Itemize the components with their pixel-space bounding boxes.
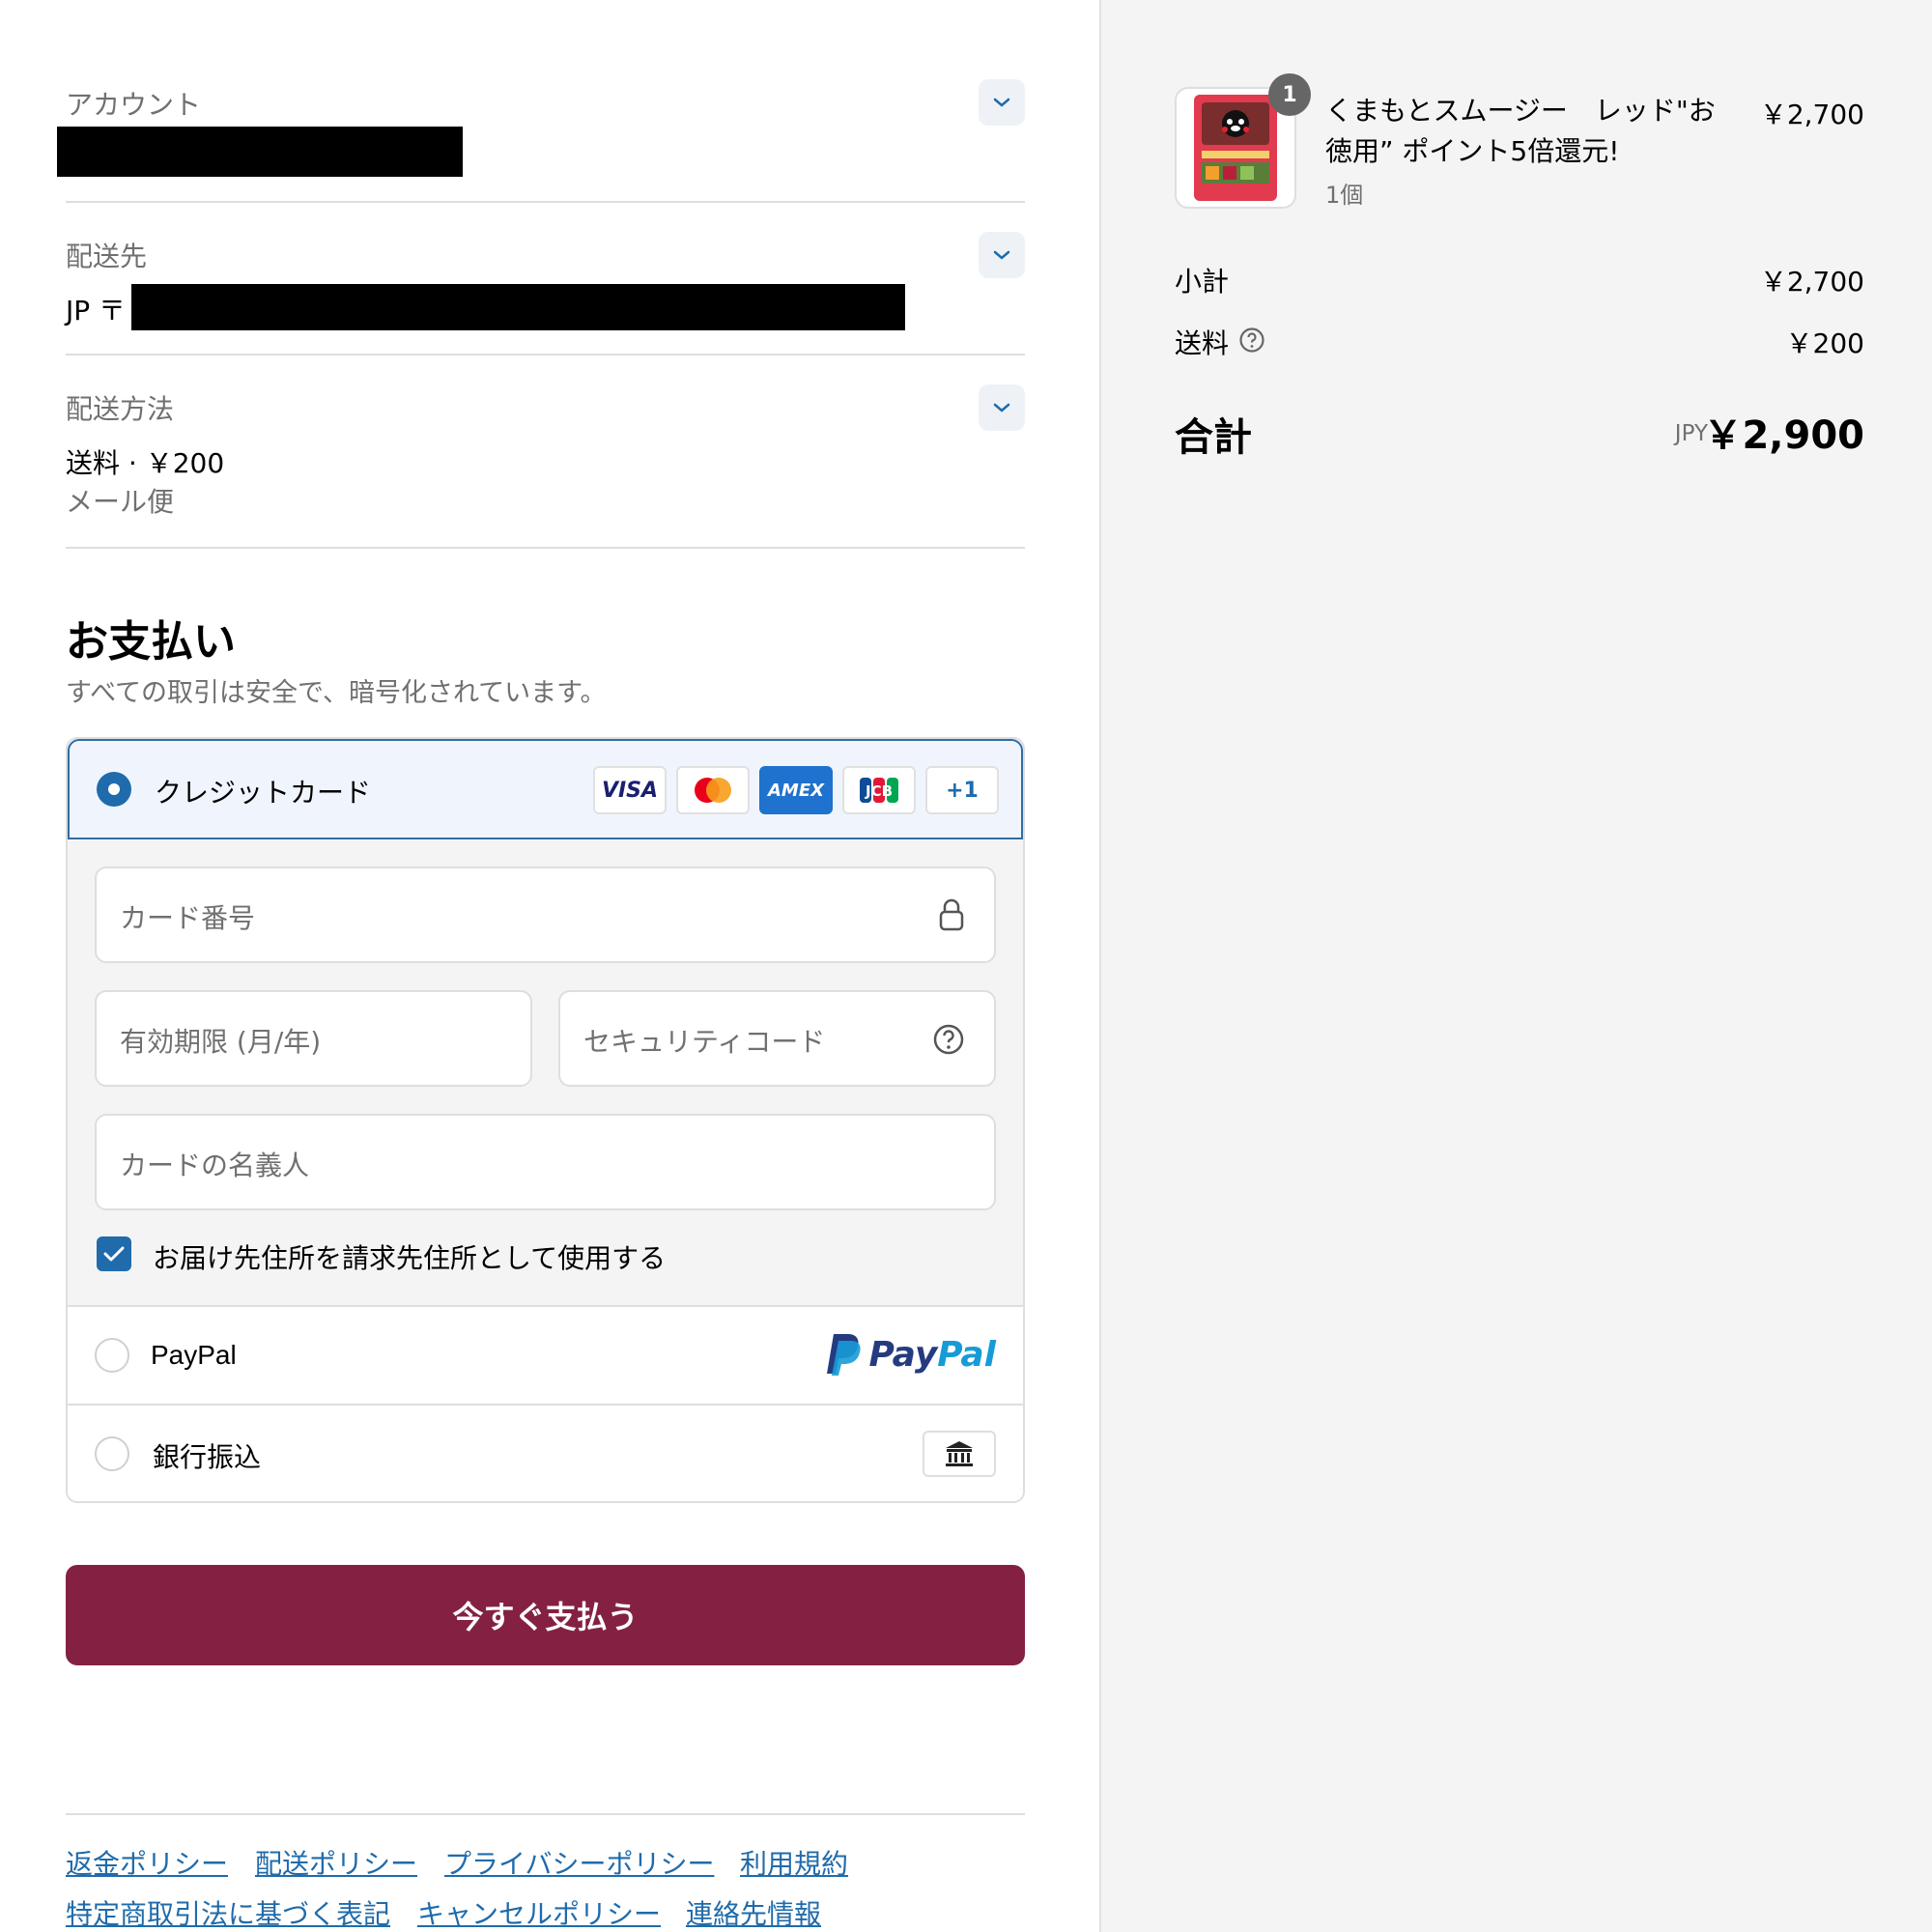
shipping-address-section: 配送先 JP 〒 (66, 203, 1025, 355)
chevron-down-icon (993, 250, 1010, 260)
footer-link-cancel[interactable]: キャンセルポリシー (417, 1893, 661, 1932)
shipping-address-expand-button[interactable] (979, 232, 1025, 278)
checkmark-icon (103, 1246, 125, 1262)
payment-subtitle: すべての取引は安全で、暗号化されています。 (66, 678, 607, 708)
card-number-field[interactable]: カード番号 (95, 867, 996, 963)
cardholder-name-field[interactable]: カードの名義人 (95, 1114, 996, 1210)
total-value: ￥2,900 (1703, 413, 1864, 458)
credit-card-form: カード番号 有効期限 (月/年) セキュリティコード カードの名義人 お届け先住… (68, 839, 1023, 1311)
payment-methods: クレジットカード VISA AMEX JCB +1 カード番号 有効期限 (月/… (66, 737, 1025, 1503)
footer-link-refund[interactable]: 返金ポリシー (66, 1843, 228, 1882)
expiry-placeholder: 有効期限 (月/年) (120, 1026, 322, 1058)
product-price: ￥2,700 (1759, 99, 1864, 130)
footer-link-terms[interactable]: 利用規約 (740, 1843, 848, 1882)
security-code-placeholder: セキュリティコード (583, 1026, 826, 1058)
footer-link-contact[interactable]: 連絡先情報 (686, 1893, 821, 1932)
paypal-option[interactable]: PayPal PayPal (68, 1305, 1023, 1404)
redacted-address (131, 284, 905, 330)
security-code-field[interactable]: セキュリティコード (558, 990, 996, 1087)
account-expand-button[interactable] (979, 79, 1025, 126)
help-icon[interactable] (1238, 327, 1265, 354)
credit-card-option[interactable]: クレジットカード VISA AMEX JCB +1 (68, 739, 1023, 839)
total-label: 合計 (1175, 415, 1252, 460)
account-label: アカウント (66, 89, 202, 121)
shipping-method-expand-button[interactable] (979, 384, 1025, 431)
credit-card-radio[interactable] (97, 772, 131, 807)
paypal-logo: PayPal (825, 1332, 996, 1377)
shipping-method-section: 配送方法 送料 · ￥200 メール便 (66, 355, 1025, 549)
mastercard-icon (676, 766, 750, 814)
redacted-email (57, 127, 463, 177)
shipping-method-value: 送料 · ￥200 (66, 447, 225, 479)
chevron-down-icon (993, 403, 1010, 412)
bank-transfer-option[interactable]: 銀行振込 (68, 1404, 1023, 1501)
billing-same-checkbox[interactable] (97, 1236, 131, 1271)
chevron-down-icon (993, 98, 1010, 107)
paypal-icon (826, 1334, 861, 1376)
account-section: アカウント (57, 58, 1025, 203)
shipping-fee-label: 送料 (1175, 327, 1230, 359)
pay-now-button[interactable]: 今すぐ支払う (66, 1565, 1025, 1665)
paypal-label: PayPal (151, 1340, 237, 1370)
amex-icon: AMEX (759, 766, 833, 814)
subtotal-label: 小計 (1175, 266, 1230, 298)
product-quantity: 1個 (1325, 182, 1364, 209)
address-prefix: JP 〒 (66, 295, 127, 327)
footer-link-privacy[interactable]: プライバシーポリシー (444, 1843, 714, 1882)
footer-link-legal-notice[interactable]: 特定商取引法に基づく表記 (66, 1893, 390, 1932)
bank-icon (923, 1431, 996, 1477)
payment-title: お支払い (66, 617, 236, 667)
footer-link-shipping[interactable]: 配送ポリシー (255, 1843, 417, 1882)
cardholder-name-placeholder: カードの名義人 (120, 1150, 310, 1181)
jcb-icon: JCB (842, 766, 916, 814)
lock-icon (939, 898, 964, 931)
more-cards-badge: +1 (925, 766, 999, 814)
subtotal-value: ￥2,700 (1759, 266, 1864, 298)
checkout-main: アカウント 配送先 JP 〒 配送方法 送料 · ￥200 メール便 お支払い … (0, 0, 1099, 1932)
help-icon[interactable] (932, 1023, 965, 1056)
shipping-fee-value: ￥200 (1785, 327, 1864, 359)
credit-card-label: クレジットカード (155, 777, 372, 809)
product-name: くまもとスムージー レッド"お徳用” ポイント5倍還元! (1325, 95, 1716, 167)
svg-text:JCB: JCB (865, 782, 893, 800)
bank-transfer-radio[interactable] (95, 1436, 129, 1471)
paypal-radio[interactable] (95, 1338, 129, 1373)
shipping-address-label: 配送先 (66, 241, 148, 272)
expiry-field[interactable]: 有効期限 (月/年) (95, 990, 532, 1087)
shipping-method-label: 配送方法 (66, 393, 175, 425)
bank-transfer-label: 銀行振込 (153, 1441, 262, 1473)
footer-divider (66, 1813, 1025, 1815)
card-number-placeholder: カード番号 (120, 902, 256, 934)
shipping-method-detail: メール便 (66, 486, 175, 518)
visa-icon: VISA (593, 766, 667, 814)
quantity-badge: 1 (1268, 73, 1311, 116)
billing-same-label: お届け先住所を請求先住所として使用する (153, 1242, 667, 1274)
